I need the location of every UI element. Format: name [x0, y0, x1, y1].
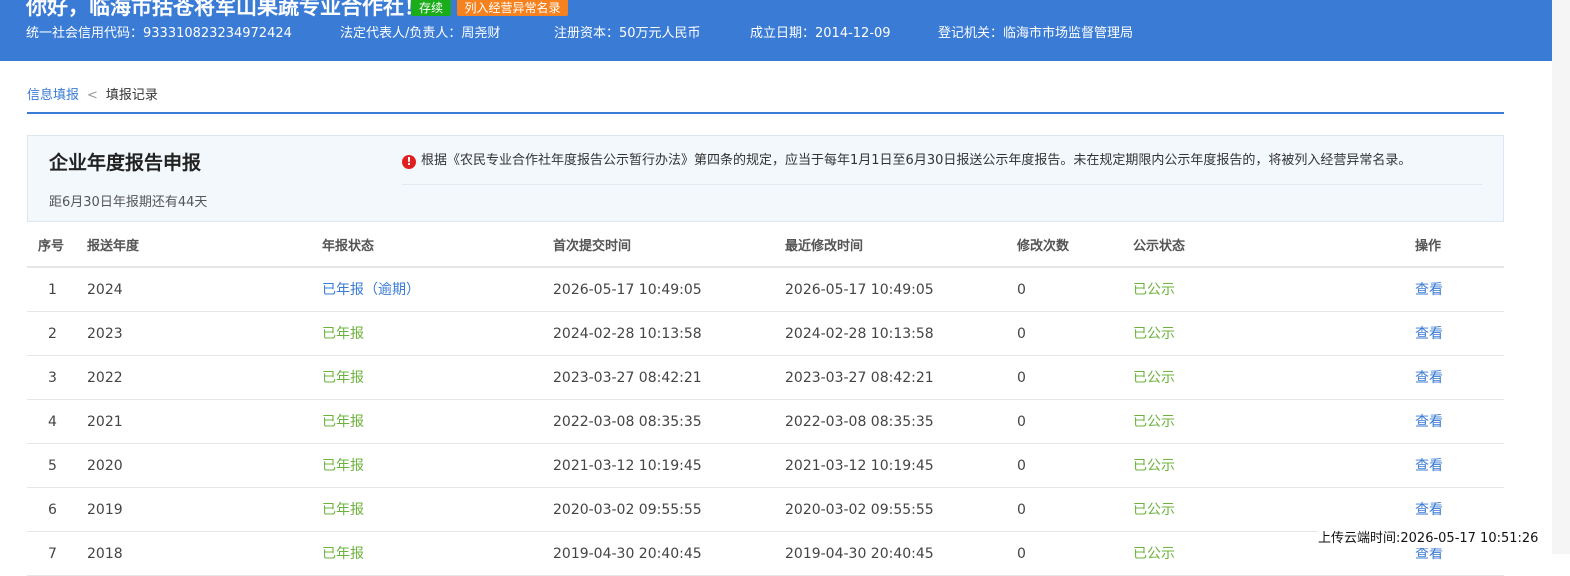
breadcrumb: 信息填报 < 填报记录: [27, 86, 158, 106]
row-last-modified-time: 2021-03-12 10:19:45: [785, 458, 934, 474]
status-badge: 存续: [411, 0, 451, 16]
row-publish-status: 已公示: [1133, 546, 1175, 562]
breadcrumb-current: 填报记录: [105, 88, 158, 103]
breadcrumb-link-info-fill[interactable]: 信息填报: [27, 88, 79, 103]
table-row: 2 2023 已年报 2024-02-28 10:13:58 2024-02-28 10…: [27, 312, 1504, 356]
row-modify-count: 0: [1017, 502, 1026, 518]
row-report-status: 已年报: [322, 326, 364, 342]
breadcrumb-separator-icon: <: [87, 88, 98, 103]
row-publish-status: 已公示: [1133, 502, 1175, 518]
row-report-status: 已年报: [322, 370, 364, 386]
table-row: 1 2024 已年报（逾期） 2026-05-17 10:49:05 2026-05-1…: [27, 268, 1504, 312]
table-header: 序号 报送年度 年报状态 首次提交时间 最近修改时间 修改次数 公示状态 操作: [27, 226, 1504, 268]
table-row: 6 2019 已年报 2020-03-02 09:55:55 2020-03-02 09…: [27, 488, 1504, 532]
row-publish-status: 已公示: [1133, 458, 1175, 474]
row-year: 2020: [87, 458, 123, 474]
company-header: 你好，临海市括苍将军山果蔬专业合作社！ 存续 列入经营异常名录 统一社会信用代码…: [0, 0, 1570, 61]
header-modify-count: 修改次数: [1017, 239, 1070, 254]
row-publish-status: 已公示: [1133, 414, 1175, 430]
row-modify-count: 0: [1017, 326, 1026, 342]
table-row: 4 2021 已年报 2022-03-08 08:35:35 2022-03-08 08…: [27, 400, 1504, 444]
vertical-scrollbar[interactable]: [1552, 0, 1570, 554]
row-first-submit-time: 2022-03-08 08:35:35: [553, 414, 702, 430]
row-last-modified-time: 2020-03-02 09:55:55: [785, 502, 934, 518]
row-year: 2019: [87, 502, 123, 518]
registration-authority: 登记机关：临海市市场监督管理局: [938, 26, 1134, 41]
deadline-countdown: 距6月30日年报期还有44天: [49, 195, 208, 210]
row-report-status: 已年报（逾期）: [322, 282, 420, 298]
row-year: 2024: [87, 282, 123, 298]
table-body: 1 2024 已年报（逾期） 2026-05-17 10:49:05 2026-05-1…: [27, 268, 1504, 576]
row-report-status: 已年报: [322, 458, 364, 474]
annual-report-notice: 企业年度报告申报 ! 根据《农民专业合作社年度报告公示暂行办法》第四条的规定，应当…: [27, 135, 1504, 222]
row-publish-status: 已公示: [1133, 326, 1175, 342]
header-year: 报送年度: [87, 239, 140, 254]
notice-alert-text: 根据《农民专业合作社年度报告公示暂行办法》第四条的规定，应当于每年1月1日至6月…: [421, 153, 1412, 168]
table-row: 7 2018 已年报 2019-04-30 20:40:45 2019-04-30 20…: [27, 532, 1504, 576]
greeting-title: 你好，临海市括苍将军山果蔬专业合作社！: [26, 0, 425, 19]
view-link[interactable]: 查看: [1415, 413, 1443, 431]
row-no: 1: [48, 282, 57, 298]
row-last-modified-time: 2023-03-27 08:42:21: [785, 370, 934, 386]
credit-code: 统一社会信用代码：933310823234972424: [26, 26, 292, 41]
row-last-modified-time: 2024-02-28 10:13:58: [785, 326, 934, 342]
header-status: 年报状态: [322, 239, 375, 254]
row-first-submit-time: 2020-03-02 09:55:55: [553, 502, 702, 518]
report-records-table: 序号 报送年度 年报状态 首次提交时间 最近修改时间 修改次数 公示状态 操作 …: [27, 226, 1504, 576]
registered-capital: 注册资本：50万元人民币: [554, 26, 701, 41]
view-link[interactable]: 查看: [1415, 325, 1443, 343]
view-link[interactable]: 查看: [1415, 369, 1443, 387]
row-first-submit-time: 2024-02-28 10:13:58: [553, 326, 702, 342]
row-first-submit-time: 2021-03-12 10:19:45: [553, 458, 702, 474]
row-modify-count: 0: [1017, 282, 1026, 298]
founded-date: 成立日期：2014-12-09: [750, 26, 891, 41]
row-report-status: 已年报: [322, 502, 364, 518]
breadcrumb-underline: [27, 112, 1504, 114]
header-first-submit: 首次提交时间: [553, 239, 632, 254]
row-no: 5: [48, 458, 57, 474]
row-year: 2023: [87, 326, 123, 342]
view-link[interactable]: 查看: [1415, 457, 1443, 475]
row-year: 2021: [87, 414, 123, 430]
header-action: 操作: [1415, 239, 1442, 254]
table-row: 5 2020 已年报 2021-03-12 10:19:45 2021-03-12 10…: [27, 444, 1504, 488]
row-last-modified-time: 2022-03-08 08:35:35: [785, 414, 934, 430]
header-no: 序号: [38, 239, 65, 254]
row-report-status: 已年报: [322, 546, 364, 562]
header-publish-status: 公示状态: [1133, 239, 1186, 254]
row-publish-status: 已公示: [1133, 370, 1175, 386]
row-last-modified-time: 2026-05-17 10:49:05: [785, 282, 934, 298]
row-report-status: 已年报: [322, 414, 364, 430]
row-year: 2018: [87, 546, 123, 562]
row-publish-status: 已公示: [1133, 282, 1175, 298]
abnormal-list-badge: 列入经营异常名录: [457, 0, 568, 16]
notice-alert: ! 根据《农民专业合作社年度报告公示暂行办法》第四条的规定，应当于每年1月1日至6…: [402, 152, 1411, 170]
row-first-submit-time: 2019-04-30 20:40:45: [553, 546, 702, 562]
row-modify-count: 0: [1017, 546, 1026, 562]
legal-representative: 法定代表人/负责人：周尧财: [340, 26, 501, 41]
row-modify-count: 0: [1017, 458, 1026, 474]
row-modify-count: 0: [1017, 414, 1026, 430]
table-row: 3 2022 已年报 2023-03-27 08:42:21 2023-03-27 08…: [27, 356, 1504, 400]
row-year: 2022: [87, 370, 123, 386]
row-no: 6: [48, 502, 57, 518]
notice-divider: [402, 184, 1482, 185]
row-no: 4: [48, 414, 57, 430]
upload-time: 上传云端时间:2026-05-17 10:51:26: [1318, 530, 1539, 548]
row-first-submit-time: 2023-03-27 08:42:21: [553, 370, 702, 386]
row-first-submit-time: 2026-05-17 10:49:05: [553, 282, 702, 298]
header-last-modified: 最近修改时间: [785, 239, 864, 254]
row-modify-count: 0: [1017, 370, 1026, 386]
view-link[interactable]: 查看: [1415, 501, 1443, 519]
notice-title: 企业年度报告申报: [49, 152, 202, 174]
row-no: 2: [48, 326, 57, 342]
exclamation-icon: !: [402, 155, 416, 169]
row-last-modified-time: 2019-04-30 20:40:45: [785, 546, 934, 562]
row-no: 7: [48, 546, 57, 562]
row-no: 3: [48, 370, 57, 386]
view-link[interactable]: 查看: [1415, 281, 1443, 299]
